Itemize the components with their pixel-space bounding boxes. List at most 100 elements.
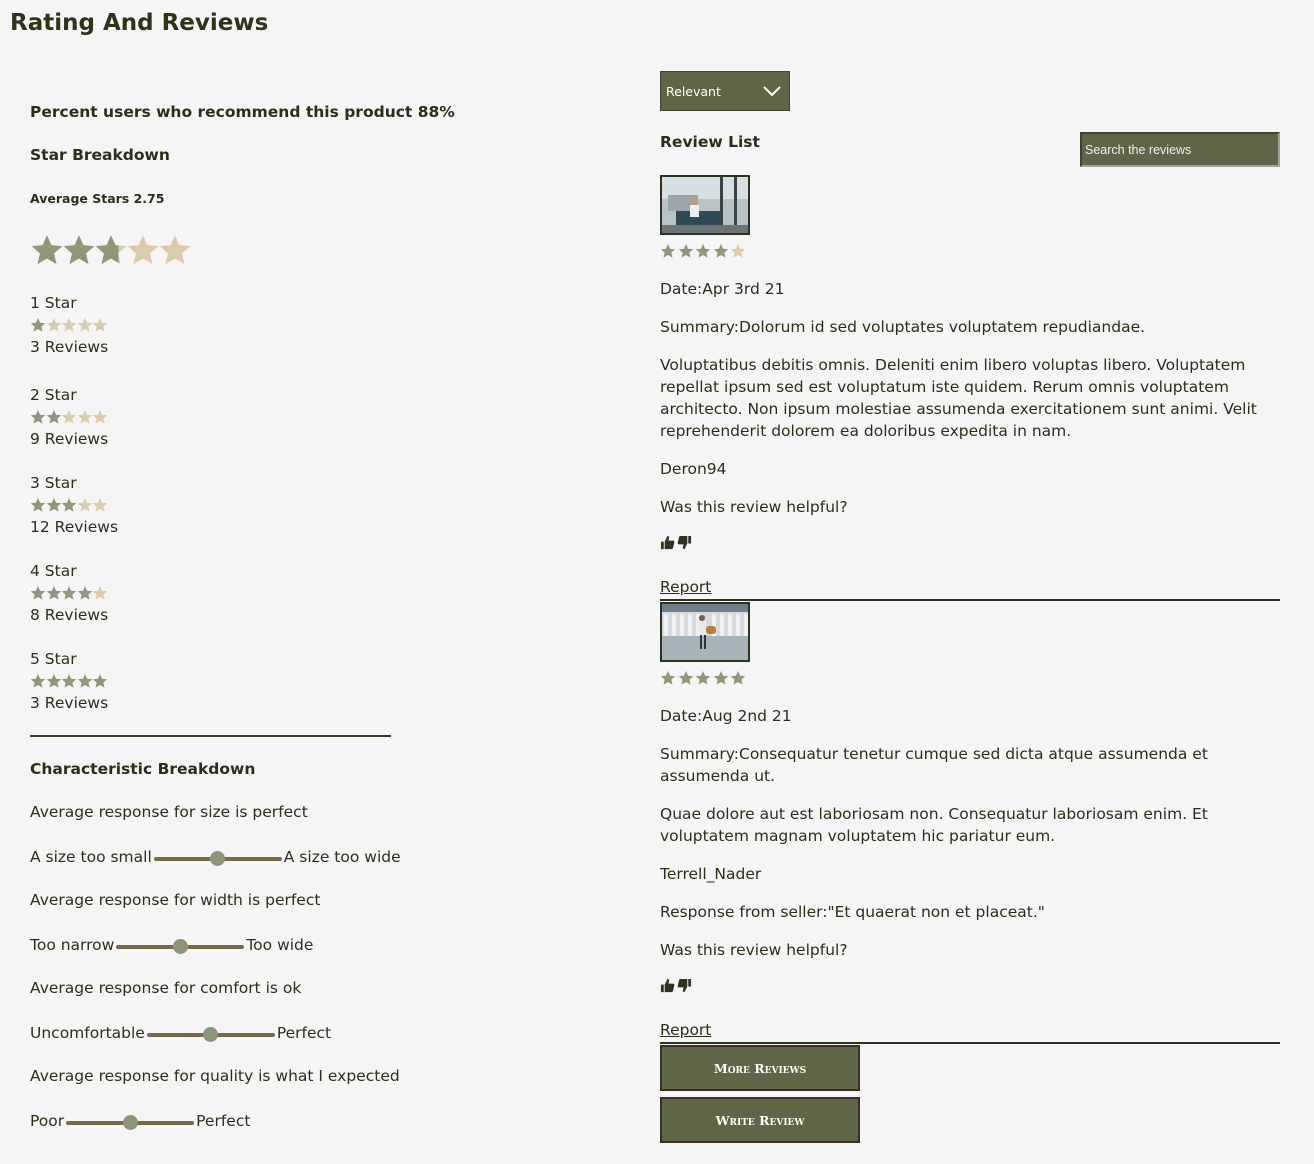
star-icon — [678, 244, 693, 258]
star-icon — [77, 318, 92, 332]
star-row-label: 1 Star — [30, 294, 77, 312]
star-icon — [95, 235, 127, 265]
star-row-2[interactable]: 2 Star 9 Reviews — [30, 384, 108, 450]
star-row-stars — [30, 314, 108, 336]
star-icon — [63, 235, 95, 265]
star-icon — [77, 498, 92, 512]
star-icon — [730, 671, 746, 685]
slider-thumb — [203, 1027, 219, 1042]
average-stars: Average Stars 2.75 — [30, 191, 165, 206]
page-title: Rating And Reviews — [10, 10, 269, 36]
star-icon — [30, 498, 46, 512]
thumbs-down-icon[interactable] — [677, 978, 692, 993]
review-helpful-prompt: Was this review helpful? — [660, 498, 848, 516]
characteristic-breakdown-title: Characteristic Breakdown — [30, 760, 256, 778]
review-summary: Summary:Consequatur tenetur cumque sed d… — [660, 745, 1208, 785]
review-divider — [660, 1042, 1280, 1044]
slider-high-label: Perfect — [276, 1024, 332, 1042]
char-slider-comfort: Uncomfortable Perfect — [30, 1021, 331, 1045]
divider — [30, 735, 391, 737]
star-row-stars — [30, 670, 108, 692]
thumbs-up-icon[interactable] — [660, 978, 675, 993]
star-row-1[interactable]: 1 Star 3 Reviews — [30, 292, 108, 358]
slider-track — [116, 939, 245, 954]
search-input[interactable] — [1080, 132, 1280, 167]
star-icon — [92, 674, 108, 688]
thumbs-down-icon[interactable] — [677, 535, 692, 550]
review-photo[interactable] — [660, 175, 750, 235]
star-icon — [61, 586, 77, 600]
sort-dropdown[interactable]: Relevant — [660, 71, 790, 111]
star-row-label: 4 Star — [30, 562, 77, 580]
star-icon — [678, 671, 693, 685]
star-icon — [46, 586, 61, 600]
chevron-down-icon — [763, 86, 781, 97]
review-stars — [660, 670, 748, 686]
char-summary-width: Average response for width is perfect — [30, 891, 321, 909]
report-link[interactable]: Report — [660, 578, 711, 596]
star-icon — [46, 674, 61, 688]
report-link[interactable]: Report — [660, 1021, 711, 1039]
recommend-percent: Percent users who recommend this product… — [30, 103, 455, 121]
star-icon — [30, 674, 46, 688]
review-photo[interactable] — [660, 602, 750, 662]
thumbs-up-icon[interactable] — [660, 535, 675, 550]
star-row-3[interactable]: 3 Star 12 Reviews — [30, 472, 118, 538]
star-icon — [713, 244, 728, 258]
char-summary-quality: Average response for quality is what I e… — [30, 1067, 400, 1085]
star-icon — [31, 235, 63, 265]
star-row-count: 8 Reviews — [30, 606, 109, 624]
slider-thumb — [210, 851, 226, 866]
review-body: Voluptatibus debitis omnis. Deleniti eni… — [660, 356, 1257, 440]
star-row-label: 5 Star — [30, 650, 77, 668]
star-icon — [730, 244, 746, 258]
star-icon — [92, 586, 108, 600]
slider-high-label: Perfect — [196, 1112, 251, 1130]
star-icon — [695, 671, 711, 685]
star-icon — [61, 674, 77, 688]
slider-high-label: A size too wide — [283, 848, 401, 866]
slider-track — [153, 851, 282, 866]
review-helpful-prompt: Was this review helpful? — [660, 941, 848, 959]
star-icon — [92, 498, 108, 512]
slider-low-label: Too narrow — [30, 936, 115, 954]
star-icon — [159, 235, 191, 265]
review-body: Quae dolore aut est laboriosam non. Cons… — [660, 805, 1208, 845]
review-stars — [660, 243, 748, 259]
star-icon — [127, 235, 159, 265]
star-row-stars — [30, 582, 108, 604]
star-icon — [61, 410, 77, 424]
slider-track — [66, 1115, 195, 1130]
star-icon — [61, 318, 77, 332]
slider-low-label: A size too small — [30, 848, 152, 866]
more-reviews-button[interactable]: More Reviews — [660, 1045, 860, 1091]
write-review-button[interactable]: Write Review — [660, 1097, 860, 1143]
star-icon — [77, 674, 92, 688]
star-breakdown-title: Star Breakdown — [30, 146, 170, 164]
star-row-4[interactable]: 4 Star 8 Reviews — [30, 560, 108, 626]
star-row-count: 3 Reviews — [30, 338, 109, 356]
star-row-count: 12 Reviews — [30, 518, 119, 536]
char-summary-comfort: Average response for comfort is ok — [30, 979, 302, 997]
star-icon — [92, 318, 108, 332]
char-slider-size: A size too small A size too wide — [30, 845, 401, 869]
star-row-5[interactable]: 5 Star 3 Reviews — [30, 648, 108, 714]
star-icon — [77, 410, 92, 424]
slider-low-label: Uncomfortable — [30, 1024, 145, 1042]
star-row-count: 9 Reviews — [30, 430, 109, 448]
review-username: Deron94 — [660, 460, 727, 478]
sort-selected-value: Relevant — [666, 83, 721, 99]
star-icon — [30, 318, 46, 332]
review-username: Terrell_Nader — [660, 865, 762, 883]
slider-track — [146, 1027, 275, 1042]
review-summary: Summary:Dolorum id sed voluptates volupt… — [660, 318, 1146, 336]
star-row-label: 2 Star — [30, 386, 77, 404]
star-icon — [61, 498, 77, 512]
star-icon — [46, 410, 61, 424]
slider-thumb — [122, 1115, 138, 1130]
review-divider — [660, 599, 1280, 601]
seller-response: Response from seller:"Et quaerat non et … — [660, 903, 1045, 921]
slider-thumb — [172, 939, 188, 954]
star-icon — [713, 671, 728, 685]
star-icon — [660, 244, 676, 258]
